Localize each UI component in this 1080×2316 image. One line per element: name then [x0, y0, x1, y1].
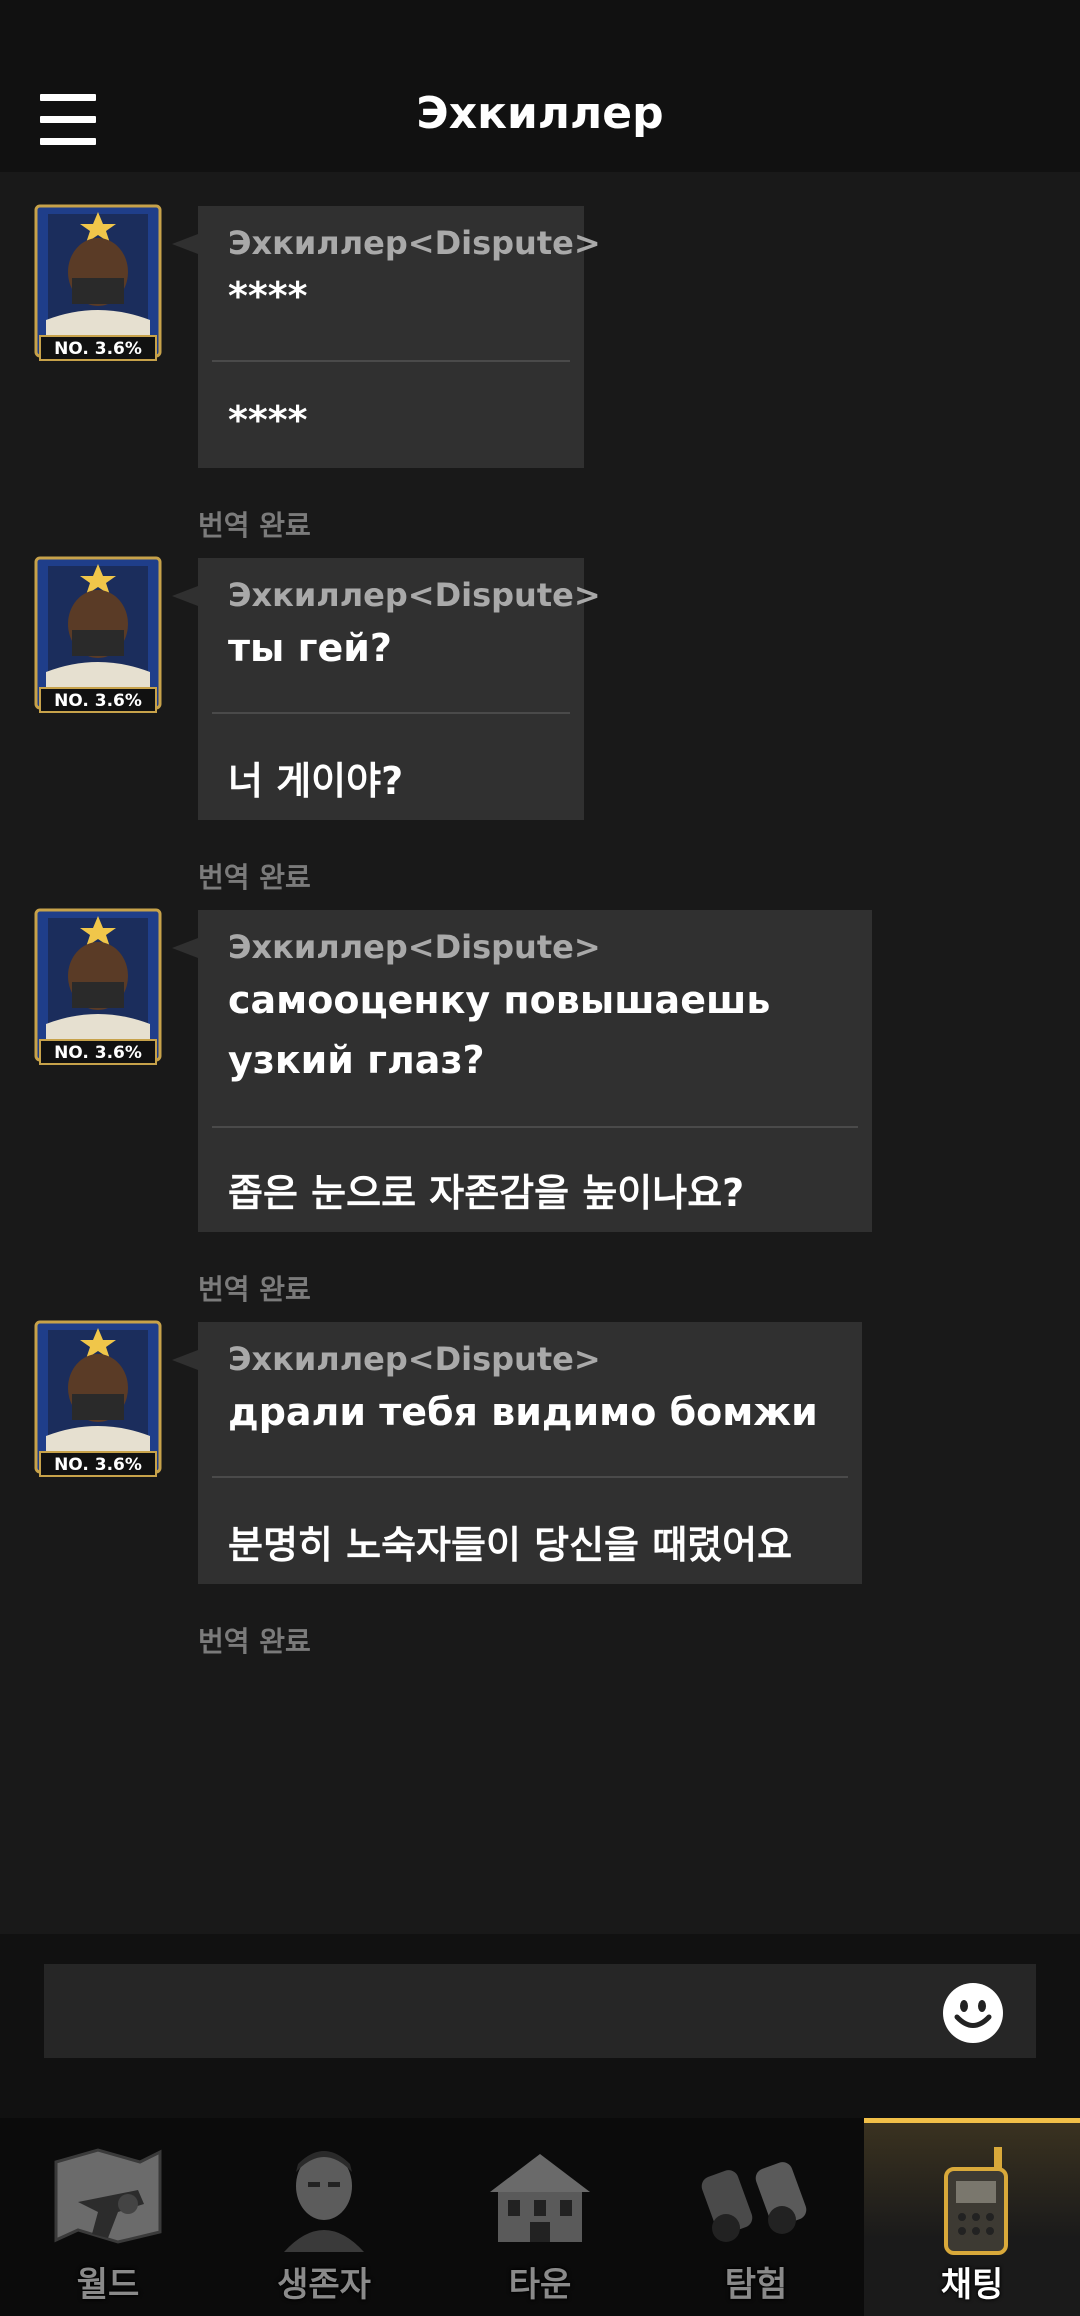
tab-label: 탐험: [724, 2265, 788, 2305]
original-text: ты гей?: [228, 626, 392, 670]
message-bubble[interactable]: Эхкиллер<Dispute> драли тебя видимо бомж…: [198, 1322, 862, 1584]
sender-name: Эхкиллер<Dispute>: [228, 1340, 601, 1378]
avatar-portrait-icon: NO. 3.6%: [34, 556, 162, 713]
translation-status: 번역 완료: [198, 1625, 311, 1658]
translated-text: ****: [228, 398, 308, 442]
avatar[interactable]: NO. 3.6%: [26, 552, 170, 720]
tab-world[interactable]: 월드: [0, 2118, 216, 2316]
divider: [212, 360, 570, 362]
avatar-portrait-icon: NO. 3.6%: [34, 204, 162, 361]
translated-text: 너 게이야?: [228, 759, 404, 803]
original-text: драли тебя видимо бомжи: [228, 1390, 818, 1434]
chat-input-bar: [0, 1934, 1080, 2118]
chat-input[interactable]: [44, 1964, 1036, 2058]
original-text-line-1: самооценку повышаешь: [228, 978, 771, 1022]
message-bubble[interactable]: Эхкиллер<Dispute> **** ****: [198, 206, 601, 468]
survivor-icon: [284, 2151, 364, 2252]
translation-status: 번역 완료: [198, 1273, 311, 1306]
sender-name: Эхкиллер<Dispute>: [228, 224, 601, 262]
avatar-portrait-icon: NO. 3.6%: [34, 908, 162, 1065]
app-header: Эхкиллер: [0, 0, 1080, 172]
original-text: ****: [228, 274, 308, 318]
translated-text: 분명히 노숙자들이 당신을 때렸어요: [228, 1523, 793, 1567]
svg-text:NO. 3.6%: NO. 3.6%: [54, 339, 142, 359]
tab-town[interactable]: 타운: [432, 2118, 648, 2316]
tab-label: 월드: [76, 2265, 140, 2305]
tab-label: 타운: [508, 2265, 572, 2305]
translation-status: 번역 완료: [198, 861, 311, 894]
translated-text: 좁은 눈으로 자존감을 높이나요?: [228, 1171, 745, 1215]
svg-text:NO. 3.6%: NO. 3.6%: [54, 1455, 142, 1475]
map-revolver-icon: [54, 2148, 162, 2244]
walkie-talkie-icon: [944, 2147, 1008, 2255]
bottom-tab-bar: 월드 생존자 타운 탐험 채팅: [0, 2118, 1080, 2316]
svg-text:NO. 3.6%: NO. 3.6%: [54, 1043, 142, 1063]
avatar[interactable]: NO. 3.6%: [26, 1316, 170, 1484]
page-title: Эхкиллер: [416, 88, 664, 139]
tab-explore[interactable]: 탐험: [648, 2118, 864, 2316]
smiley-icon: [943, 1983, 1003, 2043]
avatar[interactable]: NO. 3.6%: [26, 904, 170, 1072]
svg-text:NO. 3.6%: NO. 3.6%: [54, 691, 142, 711]
original-text-line-2: узкий глаз?: [228, 1038, 485, 1082]
tab-label: 생존자: [277, 2265, 371, 2305]
divider: [212, 712, 570, 714]
town-icon: [490, 2154, 590, 2242]
sender-name: Эхкиллер<Dispute>: [228, 928, 601, 966]
message-bubble[interactable]: Эхкиллер<Dispute> самооценку повышаешь у…: [198, 910, 872, 1232]
tab-chat[interactable]: 채팅: [864, 2118, 1080, 2316]
message-bubble[interactable]: Эхкиллер<Dispute> ты гей? 너 게이야?: [198, 558, 601, 820]
emoji-button[interactable]: [942, 1982, 1004, 2044]
sender-name: Эхкиллер<Dispute>: [228, 576, 601, 614]
avatar-portrait-icon: NO. 3.6%: [34, 1320, 162, 1477]
divider: [212, 1476, 848, 1478]
avatar[interactable]: NO. 3.6%: [26, 200, 170, 368]
tab-label: 채팅: [940, 2265, 1004, 2305]
binoculars-icon: [701, 2162, 807, 2242]
tab-survivors[interactable]: 생존자: [216, 2118, 432, 2316]
chat-message-list[interactable]: NO. 3.6% Эхкиллер<Dispute> **** **** 번역 …: [0, 172, 1080, 1934]
translation-status: 번역 완료: [198, 509, 311, 542]
divider: [212, 1126, 858, 1128]
